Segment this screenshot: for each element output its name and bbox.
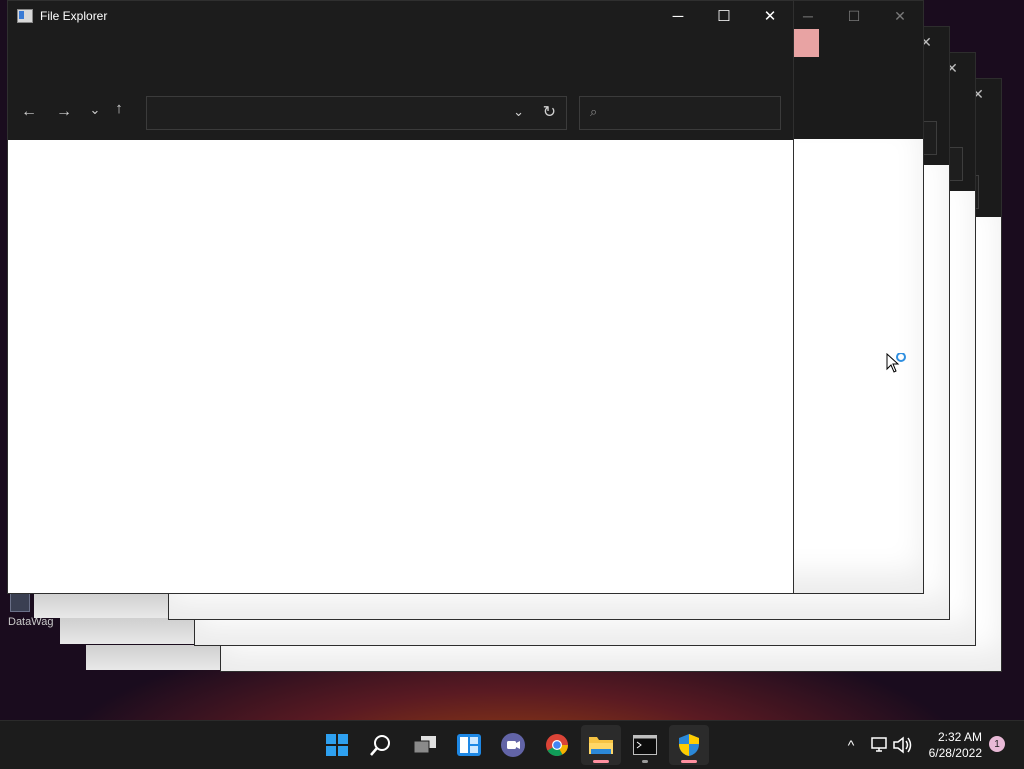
clock-date: 6/28/2022: [928, 746, 982, 760]
up-button[interactable]: ↑: [107, 96, 131, 120]
network-icon[interactable]: [868, 735, 890, 755]
active-indicator: [681, 760, 697, 763]
chrome-button[interactable]: [537, 725, 577, 765]
system-tray: ^: [840, 721, 914, 769]
notification-badge[interactable]: 1: [989, 736, 1005, 752]
file-explorer-window[interactable]: File Explorer ─ ☐ ✕ ← → ⌄ ↑ ⌄ ↻ ⌕: [7, 0, 794, 594]
show-hidden-icons-button[interactable]: ^: [840, 737, 862, 753]
clock[interactable]: 2:32 AM 6/28/2022: [929, 729, 982, 761]
security-shield-icon: [679, 734, 699, 756]
start-icon: [326, 734, 348, 756]
forward-button[interactable]: →: [52, 100, 76, 124]
file-explorer-button[interactable]: [581, 725, 621, 765]
file-explorer-icon: [589, 737, 613, 754]
chat-button[interactable]: [493, 725, 533, 765]
task-view-button[interactable]: [405, 725, 445, 765]
close-button[interactable]: ✕: [747, 1, 793, 31]
address-bar[interactable]: ⌄ ↻: [146, 96, 567, 130]
minimize-button[interactable]: ─: [655, 1, 701, 31]
title-bar[interactable]: File Explorer ─ ☐ ✕: [8, 1, 793, 31]
volume-icon[interactable]: [892, 735, 914, 755]
close-icon: ✕: [894, 7, 906, 24]
active-indicator: [593, 760, 609, 763]
clock-time: 2:32 AM: [937, 730, 982, 744]
widgets-icon: [457, 734, 481, 756]
chevron-down-icon[interactable]: ⌄: [513, 104, 524, 120]
search-icon: [370, 735, 390, 756]
teams-chat-icon: [501, 733, 525, 757]
security-button[interactable]: [669, 725, 709, 765]
close-hover-highlight: [793, 29, 819, 57]
terminal-button[interactable]: [625, 725, 665, 765]
busy-cursor-icon: [886, 353, 906, 373]
running-indicator: [642, 760, 648, 763]
search-icon: ⌕: [590, 104, 598, 119]
search-button[interactable]: [361, 725, 401, 765]
chrome-icon: [546, 734, 568, 756]
shortcut-icon: [10, 592, 30, 612]
widgets-button[interactable]: [449, 725, 489, 765]
navigation-toolbar: ← → ⌄ ↑ ⌄ ↻ ⌕: [8, 95, 793, 131]
maximize-icon: ☐: [847, 7, 861, 24]
taskbar: ^ 2:32 AM 6/28/2022 1: [0, 720, 1024, 769]
back-button[interactable]: ←: [17, 100, 41, 124]
recent-locations-button[interactable]: ⌄: [83, 98, 107, 122]
start-button[interactable]: [317, 725, 357, 765]
refresh-icon[interactable]: ↻: [543, 102, 556, 122]
window-title: File Explorer: [40, 9, 108, 23]
task-view-icon: [413, 736, 436, 754]
file-list-pane[interactable]: [8, 140, 793, 593]
file-explorer-app-icon: [17, 9, 33, 23]
search-input[interactable]: ⌕: [579, 96, 781, 130]
maximize-button[interactable]: ☐: [701, 1, 747, 31]
terminal-icon: [633, 735, 657, 755]
